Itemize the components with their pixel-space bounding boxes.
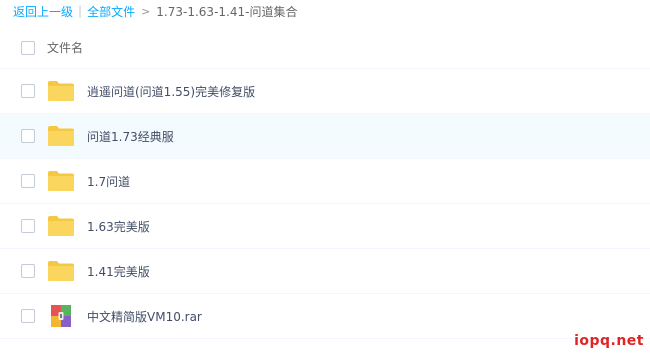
row-checkbox[interactable] <box>21 219 35 233</box>
row-checkbox[interactable] <box>21 129 35 143</box>
row-checkbox[interactable] <box>21 174 35 188</box>
folder-icon <box>48 171 74 191</box>
column-header-filename: 文件名 <box>47 41 84 55</box>
current-folder-label: 1.73-1.63-1.41-问道集合 <box>156 4 298 19</box>
file-name[interactable]: 问道1.73经典服 <box>87 128 174 145</box>
breadcrumb-arrow-icon: > <box>141 4 151 18</box>
back-link[interactable]: 返回上一级 <box>13 3 73 20</box>
all-files-link[interactable]: 全部文件 <box>87 3 135 20</box>
file-row[interactable]: 1.63完美版 <box>0 204 650 249</box>
file-name[interactable]: 1.41完美版 <box>87 263 150 280</box>
file-name[interactable]: 1.7问道 <box>87 173 130 190</box>
file-name[interactable]: 1.63完美版 <box>87 218 150 235</box>
rar-archive-icon <box>51 305 71 327</box>
file-name[interactable]: 逍遥问道(问道1.55)完美修复版 <box>87 83 255 100</box>
file-list-header: 文件名 <box>0 27 650 69</box>
file-row[interactable]: 问道1.73经典服 <box>0 114 650 159</box>
folder-icon <box>48 126 74 146</box>
folder-icon <box>48 81 74 101</box>
file-row[interactable]: 中文精简版VM10.rar <box>0 294 650 339</box>
row-checkbox[interactable] <box>21 309 35 323</box>
site-watermark: iopq.net <box>574 333 644 349</box>
file-list: 文件名 逍遥问道(问道1.55)完美修复版 问道1.73经典服 1.7问道 1. <box>0 27 650 339</box>
file-row[interactable]: 1.41完美版 <box>0 249 650 294</box>
breadcrumb-separator: | <box>78 4 83 18</box>
select-all-checkbox[interactable] <box>21 40 35 55</box>
file-name[interactable]: 中文精简版VM10.rar <box>87 308 202 325</box>
row-checkbox[interactable] <box>21 84 35 98</box>
file-row[interactable]: 1.7问道 <box>0 159 650 204</box>
row-checkbox[interactable] <box>21 264 35 278</box>
folder-icon <box>48 216 74 236</box>
file-row[interactable]: 逍遥问道(问道1.55)完美修复版 <box>0 69 650 114</box>
breadcrumb: 返回上一级 | 全部文件 > 1.73-1.63-1.41-问道集合 <box>13 2 297 20</box>
folder-icon <box>48 261 74 281</box>
